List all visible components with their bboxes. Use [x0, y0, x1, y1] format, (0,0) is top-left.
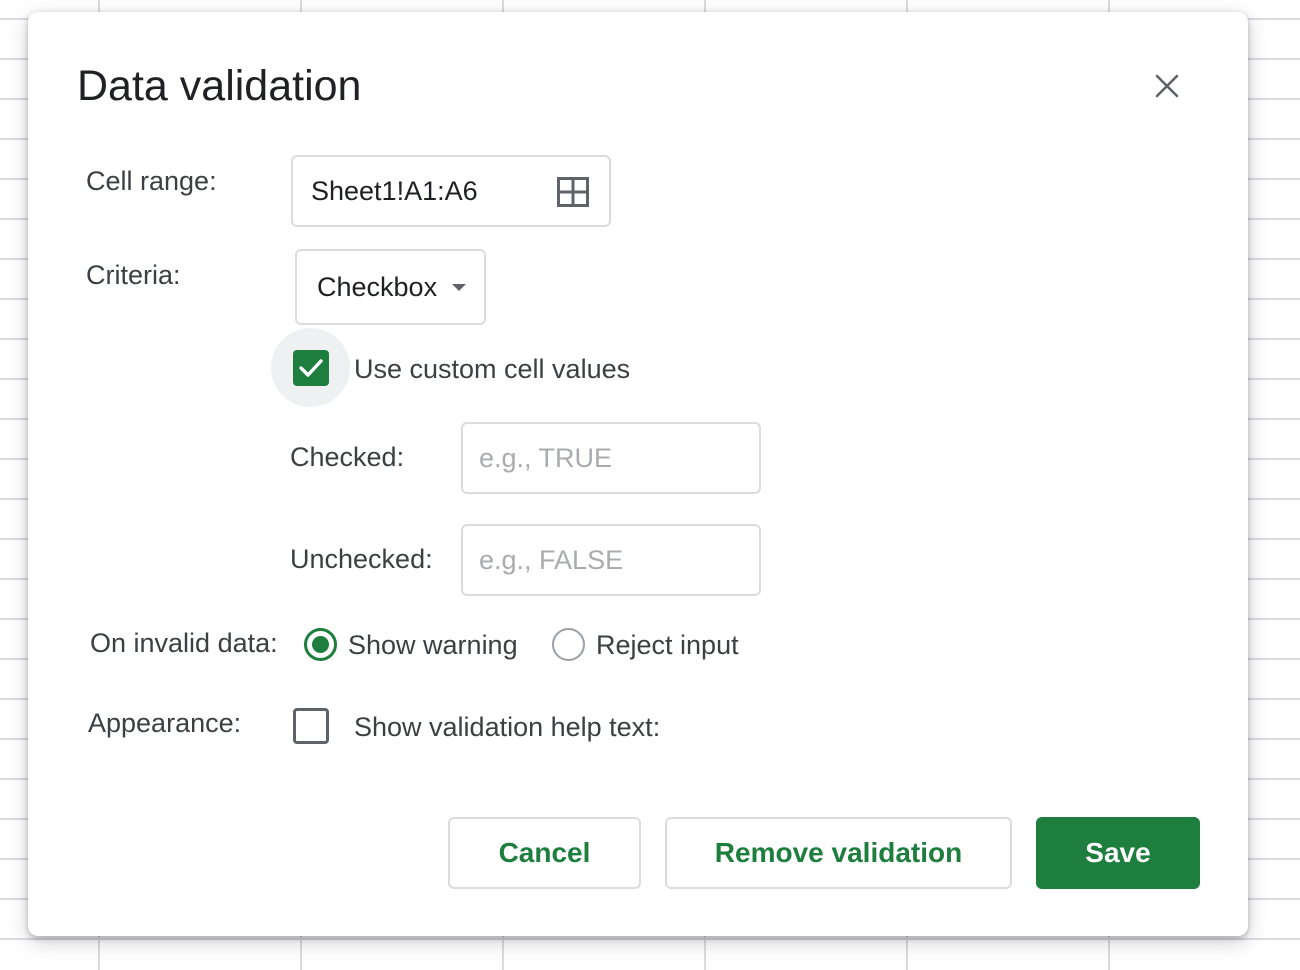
criteria-label: Criteria: [86, 260, 181, 290]
invalid-data-label: On invalid data: [90, 628, 278, 658]
caret-down-icon [452, 284, 466, 291]
cell-range-field[interactable]: Sheet1!A1:A6 [291, 155, 611, 227]
close-icon [1155, 74, 1179, 98]
grid-select-icon[interactable] [557, 177, 589, 207]
data-validation-dialog: Data validation Cell range: Sheet1!A1:A6… [28, 12, 1248, 936]
cancel-button[interactable]: Cancel [448, 817, 641, 889]
remove-validation-button[interactable]: Remove validation [665, 817, 1012, 889]
help-text-checkbox[interactable] [293, 708, 329, 744]
custom-values-label: Use custom cell values [354, 354, 631, 384]
show-warning-radio[interactable] [304, 628, 337, 661]
unchecked-label: Unchecked: [290, 544, 433, 574]
appearance-label: Appearance: [88, 708, 242, 738]
show-warning-label: Show warning [348, 630, 518, 660]
reject-input-label: Reject input [596, 630, 739, 660]
criteria-dropdown[interactable]: Checkbox [295, 249, 486, 325]
reject-input-radio[interactable] [552, 628, 585, 661]
checkmark-icon [299, 359, 323, 377]
close-button[interactable] [1148, 67, 1186, 105]
help-text-label: Show validation help text: [354, 712, 661, 742]
criteria-selected-value: Checkbox [317, 271, 438, 302]
custom-values-checkbox[interactable] [293, 350, 329, 386]
save-button[interactable]: Save [1036, 817, 1200, 889]
radio-dot [312, 636, 329, 653]
dialog-title: Data validation [77, 62, 362, 110]
checked-label: Checked: [290, 442, 405, 472]
unchecked-value-input[interactable] [461, 524, 761, 596]
cell-range-label: Cell range: [86, 166, 217, 196]
cell-range-value: Sheet1!A1:A6 [311, 175, 478, 206]
checked-value-input[interactable] [461, 422, 761, 494]
